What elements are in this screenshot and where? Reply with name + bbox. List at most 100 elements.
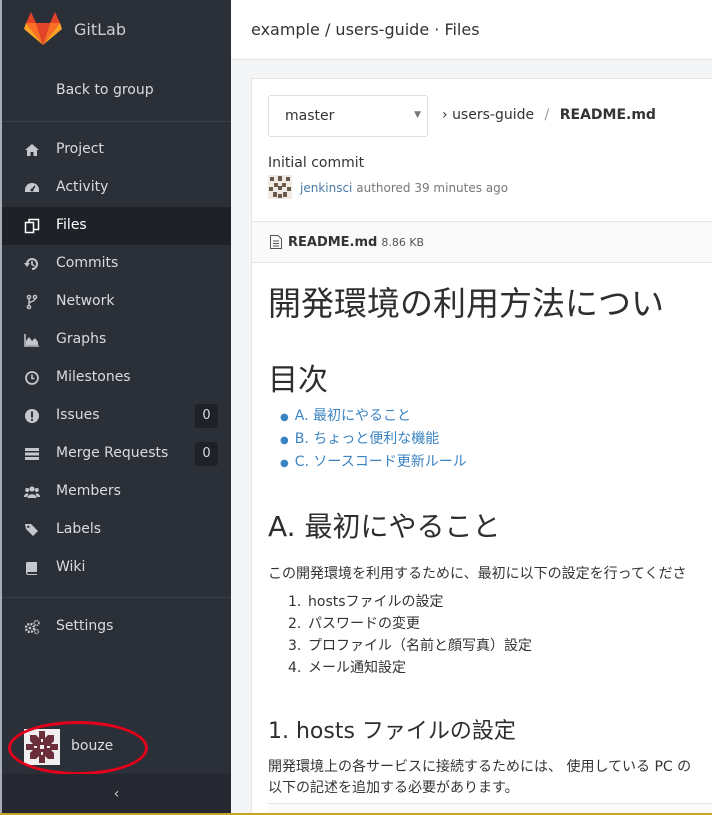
list-text: メール通知設定: [308, 660, 406, 676]
commit-time: authored 39 minutes ago: [356, 181, 509, 195]
sidebar-header: GitLab: [2, 0, 231, 60]
bullet-icon: ●: [280, 412, 289, 423]
breadcrumb-repo-link[interactable]: users-guide: [452, 107, 534, 123]
toc-link[interactable]: C. ソースコード更新ルール: [295, 454, 467, 470]
tasks-icon: [25, 448, 39, 460]
section-1-line: 以下の記述を追加する必要があります。: [268, 780, 519, 796]
sidebar-item-label: Project: [56, 141, 104, 157]
sidebar-item-label: Members: [56, 483, 121, 499]
top-bar: example / users-guide · Files: [231, 0, 712, 60]
sidebar-item-labels[interactable]: Labels: [2, 511, 231, 549]
sidebar-item-commits[interactable]: Commits: [2, 245, 231, 283]
sidebar-item-label: Merge Requests: [56, 445, 169, 461]
chevron-right-icon: ›: [442, 107, 448, 123]
branch-select[interactable]: master ▼: [268, 95, 428, 137]
sidebar-item-label: Activity: [56, 179, 109, 195]
breadcrumb: › users-guide / README.md: [442, 107, 656, 123]
divider: [2, 597, 231, 598]
list-item: 3. プロファイル（名前と顔写真）設定: [288, 635, 532, 657]
list-text: hostsファイルの設定: [308, 594, 444, 610]
steps-list: 1. hostsファイルの設定 2. パスワードの変更 3. プロファイル（名前と顔写…: [288, 591, 532, 679]
section-1-heading: 1. hosts ファイルの設定: [268, 719, 516, 744]
breadcrumb-separator: /: [544, 107, 550, 123]
collapse-sidebar-button[interactable]: ‹: [2, 774, 231, 815]
sidebar-item-graphs[interactable]: Graphs: [2, 321, 231, 359]
gitlab-logo-icon[interactable]: [24, 11, 62, 47]
section-1-line: 開発環境上の各サービスに接続するためには、 使用している PC の: [268, 759, 692, 775]
file-name-text: README.md: [288, 235, 378, 250]
commit-message[interactable]: Initial commit: [268, 155, 364, 171]
sidebar-item-label: Milestones: [56, 369, 131, 385]
tags-icon: [25, 524, 38, 536]
sidebar-item-label: Issues: [56, 407, 100, 423]
list-item: ● A. 最初にやること: [280, 405, 467, 428]
sidebar-item-label: Settings: [56, 618, 114, 634]
list-item: ● B. ちょっと便利な機能: [280, 428, 467, 451]
toc-list: ● A. 最初にやること ● B. ちょっと便利な機能 ● C. ソースコード更新ルー…: [280, 405, 467, 474]
highlight-ellipse: [8, 721, 148, 775]
sidebar-item-wiki[interactable]: Wiki: [2, 549, 231, 587]
clock-icon: [25, 371, 39, 385]
list-number: 2.: [288, 616, 302, 632]
divider: [2, 121, 231, 122]
sidebar-item-label: Graphs: [56, 331, 107, 347]
exclamation-circle-icon: [25, 409, 39, 423]
readme-h1: 開発環境の利用方法につい: [268, 284, 664, 323]
file-header: README.md 8.86 KB: [252, 221, 712, 263]
file-text-icon: [270, 235, 282, 249]
sidebar: GitLab Back to group Project Activity Fi…: [0, 0, 231, 815]
section-1-text: 開発環境上の各サービスに接続するためには、 使用している PC の 以下の記述を…: [268, 757, 691, 799]
branch-value: master: [285, 108, 335, 124]
toc-link[interactable]: A. 最初にやること: [295, 408, 411, 424]
files-icon: [24, 218, 40, 234]
toc-link[interactable]: B. ちょっと便利な機能: [295, 431, 440, 447]
bullet-icon: ●: [280, 435, 289, 446]
file-name: README.md 8.86 KB: [288, 235, 424, 250]
sidebar-item-settings[interactable]: Settings: [2, 608, 231, 646]
sidebar-item-project[interactable]: Project: [2, 131, 231, 169]
file-panel: master ▼ › users-guide / README.md Initi…: [251, 78, 712, 815]
sidebar-item-issues[interactable]: Issues 0: [2, 397, 231, 435]
chevron-left-icon: ‹: [113, 786, 120, 802]
file-size: 8.86 KB: [381, 236, 425, 249]
section-a-intro: この開発環境を利用するために、最初に以下の設定を行ってくださ: [268, 566, 687, 582]
sidebar-item-members[interactable]: Members: [2, 473, 231, 511]
author-avatar[interactable]: [268, 175, 292, 199]
caret-down-icon: ▼: [414, 110, 421, 120]
commit-info: jenkinsci authored 39 minutes ago: [300, 181, 508, 195]
history-icon: [24, 258, 38, 270]
brand-name[interactable]: GitLab: [74, 20, 126, 39]
sidebar-item-label: Commits: [56, 255, 119, 271]
area-chart-icon: [24, 334, 39, 347]
list-number: 3.: [288, 638, 302, 654]
sidebar-item-network[interactable]: Network: [2, 283, 231, 321]
sidebar-item-merge-requests[interactable]: Merge Requests 0: [2, 435, 231, 473]
back-to-group-link[interactable]: Back to group: [56, 82, 154, 98]
cogs-icon: [24, 619, 40, 635]
sidebar-item-label: Files: [56, 217, 87, 233]
home-icon: [25, 144, 39, 156]
dashboard-icon: [25, 183, 39, 192]
users-icon: [24, 486, 40, 498]
list-item: ● C. ソースコード更新ルール: [280, 451, 467, 474]
code-fork-icon: [26, 294, 38, 310]
toc-heading: 目次: [268, 363, 328, 398]
sidebar-item-label: Wiki: [56, 559, 86, 575]
merge-requests-count-badge: 0: [195, 442, 218, 466]
section-a-heading: A. 最初にやること: [268, 510, 501, 543]
sidebar-item-label: Labels: [56, 521, 102, 537]
list-number: 1.: [288, 594, 302, 610]
bullet-icon: ●: [280, 458, 289, 469]
sidebar-item-label: Network: [56, 293, 115, 309]
list-text: プロファイル（名前と顔写真）設定: [308, 638, 532, 654]
book-icon: [26, 562, 37, 575]
sidebar-item-milestones[interactable]: Milestones: [2, 359, 231, 397]
list-item: 1. hostsファイルの設定: [288, 591, 532, 613]
commit-author-link[interactable]: jenkinsci: [300, 181, 352, 195]
sidebar-item-files[interactable]: Files: [2, 207, 231, 245]
breadcrumb-file[interactable]: README.md: [560, 107, 656, 123]
list-text: パスワードの変更: [308, 616, 420, 632]
list-item: 4. メール通知設定: [288, 657, 532, 679]
sidebar-item-activity[interactable]: Activity: [2, 169, 231, 207]
page-title: example / users-guide · Files: [251, 20, 480, 39]
